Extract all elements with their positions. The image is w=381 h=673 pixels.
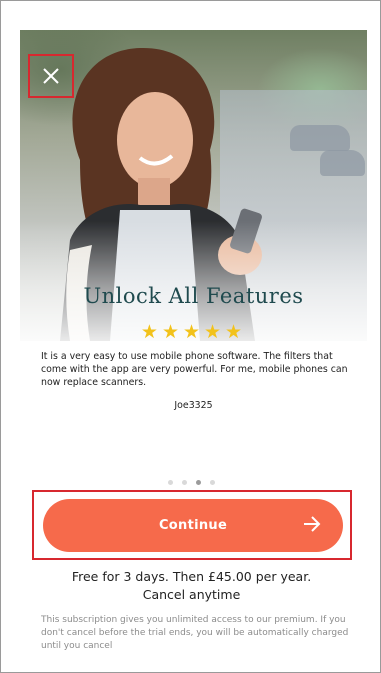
price-text: Free for 3 days. Then £45.00 per year. bbox=[71, 569, 312, 584]
review-author: Joe3325 bbox=[174, 400, 213, 411]
hero-background-car bbox=[320, 150, 365, 176]
close-button[interactable] bbox=[28, 54, 74, 98]
hero-background-car bbox=[290, 125, 350, 151]
paywall-title: Unlock All Features bbox=[83, 284, 304, 308]
paywall-screen: Unlock All Features ★★★★★ It is a very e… bbox=[0, 0, 381, 673]
rating-stars: ★★★★★ bbox=[140, 321, 247, 343]
carousel-dot[interactable] bbox=[168, 480, 173, 485]
carousel-dot[interactable] bbox=[210, 480, 215, 485]
arrow-right-icon bbox=[304, 516, 321, 532]
cancel-anytime-text: Cancel anytime bbox=[142, 587, 241, 602]
carousel-dot[interactable] bbox=[182, 480, 187, 485]
subscription-fine-print: This subscription gives you unlimited ac… bbox=[41, 615, 349, 650]
carousel-indicator bbox=[1, 480, 380, 485]
carousel-dot[interactable] bbox=[196, 480, 201, 485]
continue-button-label: Continue bbox=[158, 518, 228, 533]
review-text: It is a very easy to use mobile phone so… bbox=[41, 351, 348, 388]
close-icon bbox=[43, 68, 59, 84]
continue-button[interactable]: Continue bbox=[43, 499, 343, 552]
